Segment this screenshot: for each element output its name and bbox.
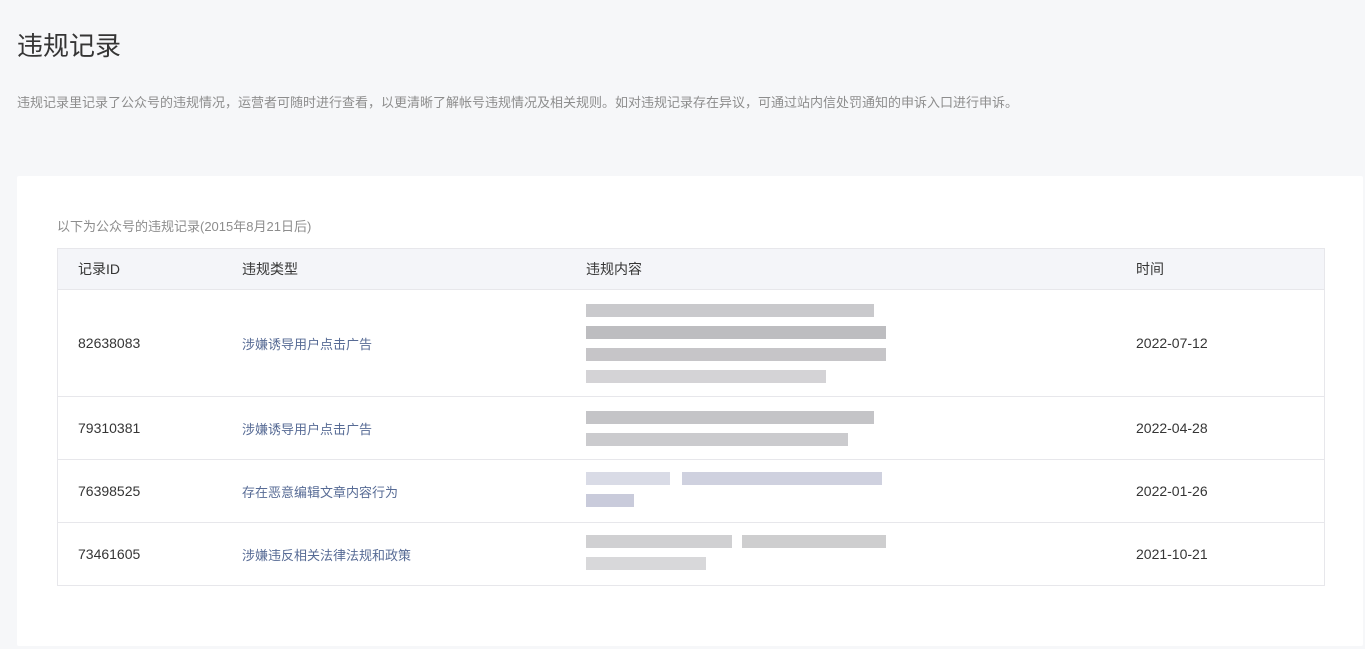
record-id: 79310381	[78, 420, 141, 436]
table-row: 73461605 涉嫌违反相关法律法规和政策 2021-10-21	[58, 523, 1324, 585]
violation-type: 涉嫌违反相关法律法规和政策	[242, 547, 412, 563]
column-header-type: 违规类型	[242, 261, 298, 277]
record-time: 2021-10-21	[1136, 546, 1208, 562]
column-header-id: 记录ID	[78, 261, 120, 277]
redacted-content	[586, 470, 886, 514]
page-description: 违规记录里记录了公众号的违规情况，运营者可随时进行查看，以更清晰了解帐号违规情况…	[17, 95, 1019, 110]
record-time: 2022-04-28	[1136, 420, 1208, 436]
column-header-time: 时间	[1136, 261, 1164, 277]
redacted-content	[586, 409, 876, 449]
records-card: 以下为公众号的违规记录(2015年8月21日后) 记录ID 违规类型 违规内容 …	[17, 176, 1363, 646]
record-id: 76398525	[78, 483, 141, 499]
record-time: 2022-07-12	[1136, 335, 1208, 351]
table-row: 76398525 存在恶意编辑文章内容行为 2022-01-26	[58, 460, 1324, 523]
records-table: 记录ID 违规类型 违规内容 时间 82638083 涉嫌诱导用户点击广告 20…	[57, 248, 1325, 586]
record-time: 2022-01-26	[1136, 483, 1208, 499]
violation-type: 涉嫌诱导用户点击广告	[242, 336, 373, 352]
page-title: 违规记录	[17, 31, 122, 61]
redacted-content	[586, 302, 886, 388]
record-id: 73461605	[78, 546, 141, 562]
violation-records-page: 违规记录 违规记录里记录了公众号的违规情况，运营者可随时进行查看，以更清晰了解帐…	[0, 0, 1365, 649]
table-row: 82638083 涉嫌诱导用户点击广告 2022-07-12	[58, 290, 1324, 397]
redacted-content	[586, 533, 886, 577]
violation-type: 存在恶意编辑文章内容行为	[242, 484, 399, 500]
table-header: 记录ID 违规类型 违规内容 时间	[58, 249, 1324, 290]
table-row: 79310381 涉嫌诱导用户点击广告 2022-04-28	[58, 397, 1324, 460]
record-id: 82638083	[78, 335, 141, 351]
violation-type: 涉嫌诱导用户点击广告	[242, 421, 373, 437]
column-header-content: 违规内容	[586, 261, 642, 277]
table-caption: 以下为公众号的违规记录(2015年8月21日后)	[57, 219, 312, 234]
